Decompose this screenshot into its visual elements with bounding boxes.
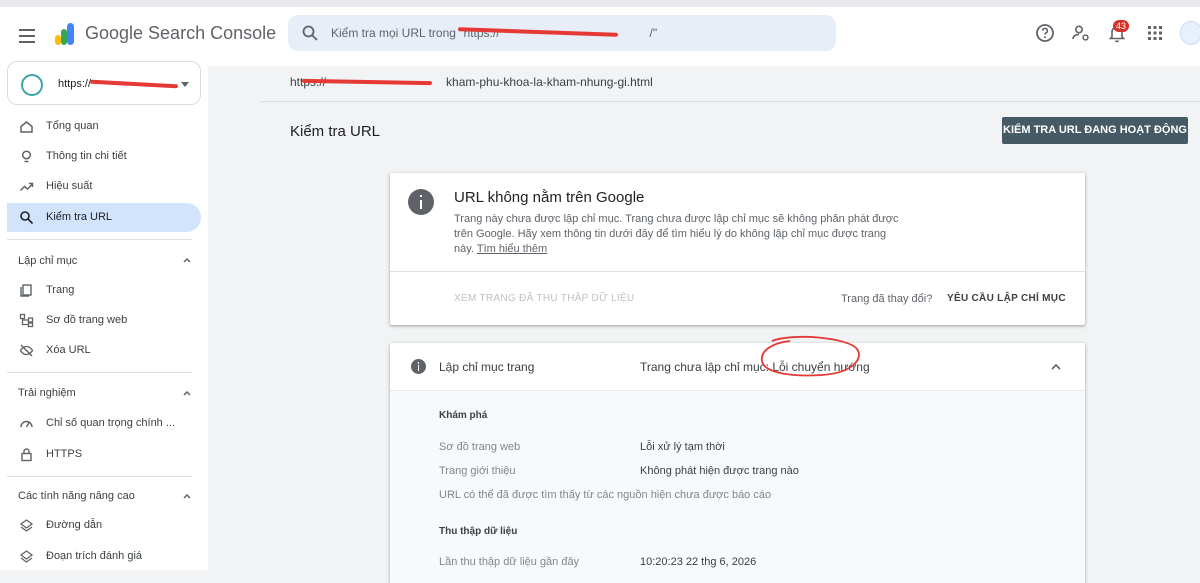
learn-more-link[interactable]: Tìm hiểu thêm (477, 243, 547, 255)
search-console-logo-icon (55, 23, 74, 45)
page-indexing-card: Lập chỉ mục trang Trang chưa lập chỉ mục… (390, 336, 1085, 583)
apps-icon[interactable] (1144, 22, 1166, 44)
avatar[interactable] (1180, 21, 1200, 45)
sitemap-icon (19, 313, 34, 328)
detail-value: Không phát hiện được trang nào (640, 465, 799, 477)
chevron-up-icon[interactable] (182, 491, 192, 501)
detail-label: Sơ đồ trang web (439, 441, 521, 453)
sidebar-divider (7, 476, 192, 477)
info-icon (411, 359, 426, 374)
info-icon (408, 189, 434, 215)
detail-label: Lần thu thập dữ liệu gần đây (439, 556, 580, 568)
section-title-experience[interactable]: Trải nghiệm (18, 387, 76, 399)
property-favicon-icon (21, 74, 43, 96)
pages-icon (20, 284, 32, 297)
sidebar-divider (7, 239, 192, 240)
page-title: Kiểm tra URL (290, 123, 381, 140)
status-description: Trang này chưa được lập chỉ mục. Trang c… (454, 213, 899, 255)
sidebar-item-pages[interactable]: Trang (7, 276, 201, 305)
page-indexing-details: Khám phá Sơ đồ trang web Lỗi xử lý tạm t… (390, 391, 1085, 583)
section-title-enhancements[interactable]: Các tính năng nâng cao (18, 490, 135, 502)
chevron-up-icon[interactable] (182, 255, 192, 265)
page-changed-label: Trang đã thay đổi? (841, 293, 933, 305)
status-title: URL không nằm trên Google (454, 189, 645, 206)
menu-icon[interactable] (19, 29, 35, 43)
detail-value: 10:20:23 22 thg 6, 2026 (640, 556, 757, 568)
sidebar-item-sitemaps[interactable]: Sơ đồ trang web (7, 306, 201, 335)
sidebar-item-insights[interactable]: Thông tin chi tiết (7, 142, 201, 171)
sidebar-divider (7, 372, 192, 373)
sidebar-item-core-web-vitals[interactable]: Chỉ số quan trọng chính ... (7, 409, 201, 438)
help-icon[interactable] (1034, 22, 1056, 44)
discovery-heading: Khám phá (439, 410, 488, 421)
detail-value: Lỗi xử lý tạm thời (640, 441, 725, 453)
request-indexing-button[interactable]: YÊU CẦU LẬP CHỈ MỤC (947, 293, 1066, 304)
detail-label: Trang giới thiệu (439, 465, 516, 477)
sidebar-item-https[interactable]: HTTPS (7, 440, 201, 469)
sidebar-item-url-inspection[interactable]: Kiểm tra URL (7, 203, 201, 232)
sidebar-item-review-snippets[interactable]: Đoạn trích đánh giá (7, 542, 201, 571)
chevron-down-icon (181, 82, 189, 87)
sidebar-item-overview[interactable]: Tổng quan (7, 112, 201, 141)
url-inspection-search[interactable]: Kiểm tra mọi URL trong "https:///" (288, 15, 836, 51)
section-title-indexing[interactable]: Lập chỉ mục (18, 255, 77, 267)
chevron-up-icon[interactable] (1050, 361, 1062, 373)
index-status-card: URL không nằm trên Google Trang này chưa… (390, 173, 1085, 325)
layers-icon (19, 519, 34, 532)
redaction-scribble (89, 79, 179, 89)
detail-label: URL có thể đã được tìm thấy từ các nguồn… (439, 489, 772, 501)
page-indexing-header[interactable]: Lập chỉ mục trang Trang chưa lập chỉ mục… (390, 336, 1085, 391)
crawl-heading: Thu thập dữ liệu (439, 526, 518, 537)
property-url: https:// (58, 78, 92, 90)
card-divider (390, 271, 1085, 272)
sidebar: https:// Tổng quan Thông tin chi tiết Hi… (0, 59, 208, 570)
lock-icon (21, 448, 32, 462)
manage-users-icon[interactable] (1070, 22, 1092, 44)
lightbulb-icon (21, 150, 32, 163)
notification-badge: 43 (1113, 20, 1130, 32)
trending-up-icon (19, 182, 34, 192)
visibility-off-icon (19, 344, 34, 357)
test-live-url-button[interactable]: KIỂM TRA URL ĐANG HOẠT ĐỘNG (1002, 117, 1188, 144)
red-annotation-circle (760, 336, 860, 377)
search-icon (20, 211, 34, 225)
app-title: Google Search Console (85, 23, 277, 43)
layers-icon (19, 550, 34, 563)
chevron-up-icon[interactable] (182, 388, 192, 398)
main-divider (260, 101, 1200, 102)
property-selector[interactable]: https:// (7, 61, 201, 105)
search-icon (302, 25, 318, 41)
speed-gauge-icon (20, 420, 33, 428)
top-bar: Google Search Console Kiểm tra mọi URL t… (0, 0, 1200, 66)
page-indexing-label: Lập chỉ mục trang (439, 360, 535, 374)
sidebar-item-removals[interactable]: Xóa URL (7, 336, 201, 365)
sidebar-item-breadcrumbs[interactable]: Đường dẫn (7, 511, 201, 540)
home-icon (20, 121, 33, 133)
sidebar-item-performance[interactable]: Hiệu suất (7, 172, 201, 201)
view-crawled-page-button[interactable]: XEM TRANG ĐÃ THU THẬP DỮ LIỆU (454, 293, 634, 304)
